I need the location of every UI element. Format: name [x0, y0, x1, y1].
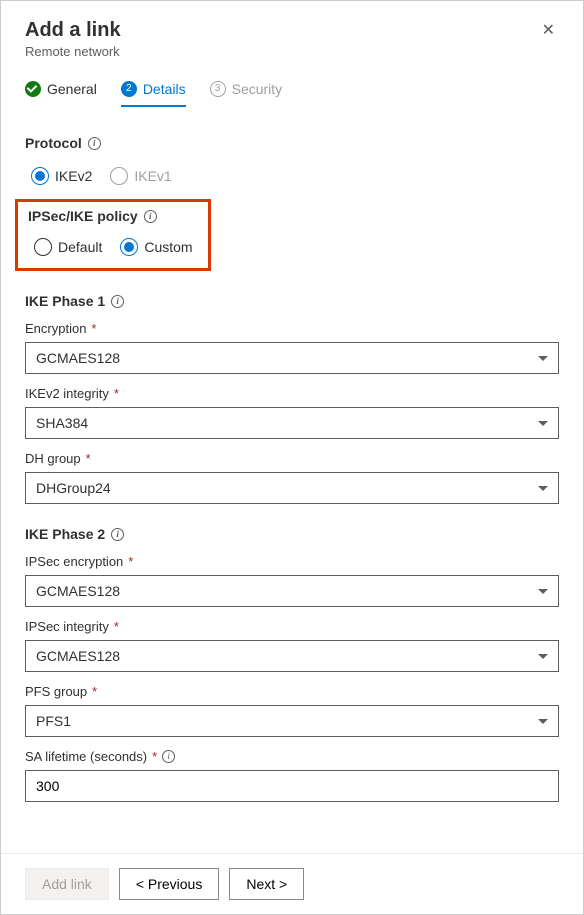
ipsec-policy-highlight: IPSec/IKE policy i Default Custom: [15, 199, 211, 271]
tab-details[interactable]: 2 Details: [121, 81, 186, 107]
radio-icon: [31, 167, 49, 185]
chevron-down-icon: [538, 421, 548, 426]
radio-ikev1: IKEv1: [110, 167, 171, 185]
ike-phase2-header: IKE Phase 2 i: [25, 526, 559, 542]
chevron-down-icon: [538, 356, 548, 361]
info-icon[interactable]: i: [144, 210, 157, 223]
radio-icon: [120, 238, 138, 256]
ike-phase1-header: IKE Phase 1 i: [25, 293, 559, 309]
check-circle-icon: [25, 81, 41, 97]
tab-label: Security: [232, 81, 283, 97]
add-link-button: Add link: [25, 868, 109, 900]
chevron-down-icon: [538, 654, 548, 659]
tab-general[interactable]: General: [25, 81, 97, 107]
policy-radio-group: Default Custom: [28, 234, 198, 262]
protocol-label: Protocol i: [25, 135, 559, 151]
chevron-down-icon: [538, 589, 548, 594]
close-button[interactable]: ✕: [538, 19, 559, 43]
pfs-group-select[interactable]: PFS1: [25, 705, 559, 737]
pfs-group-label: PFS group*: [25, 684, 559, 699]
radio-default[interactable]: Default: [34, 238, 102, 256]
ikev2-integrity-select[interactable]: SHA384: [25, 407, 559, 439]
step-2-icon: 2: [121, 81, 137, 97]
ipsec-policy-label: IPSec/IKE policy i: [28, 208, 198, 224]
step-3-icon: 3: [210, 81, 226, 97]
tab-security[interactable]: 3 Security: [210, 81, 283, 107]
chevron-down-icon: [538, 486, 548, 491]
tab-strip: General 2 Details 3 Security: [1, 67, 583, 107]
ipsec-integrity-select[interactable]: GCMAES128: [25, 640, 559, 672]
info-icon[interactable]: i: [88, 137, 101, 150]
previous-button[interactable]: < Previous: [119, 868, 220, 900]
info-icon[interactable]: i: [111, 528, 124, 541]
footer: Add link < Previous Next >: [1, 853, 583, 914]
tab-label: General: [47, 81, 97, 97]
radio-custom[interactable]: Custom: [120, 238, 192, 256]
encryption-label: Encryption*: [25, 321, 559, 336]
ipsec-encryption-label: IPSec encryption*: [25, 554, 559, 569]
next-button[interactable]: Next >: [229, 868, 304, 900]
info-icon[interactable]: i: [111, 295, 124, 308]
close-icon: ✕: [542, 22, 555, 39]
radio-icon: [34, 238, 52, 256]
sa-lifetime-input[interactable]: [25, 770, 559, 802]
chevron-down-icon: [538, 719, 548, 724]
panel-subtitle: Remote network: [25, 44, 121, 59]
dh-group-select[interactable]: DHGroup24: [25, 472, 559, 504]
ipsec-encryption-select[interactable]: GCMAES128: [25, 575, 559, 607]
radio-ikev2[interactable]: IKEv2: [31, 167, 92, 185]
radio-icon: [110, 167, 128, 185]
encryption-select[interactable]: GCMAES128: [25, 342, 559, 374]
tab-label: Details: [143, 81, 186, 97]
ipsec-integrity-label: IPSec integrity*: [25, 619, 559, 634]
ikev2-integrity-label: IKEv2 integrity*: [25, 386, 559, 401]
protocol-radio-group: IKEv2 IKEv1: [25, 163, 559, 199]
dh-group-label: DH group*: [25, 451, 559, 466]
panel-title: Add a link: [25, 19, 121, 42]
sa-lifetime-label: SA lifetime (seconds)* i: [25, 749, 559, 764]
info-icon[interactable]: i: [162, 750, 175, 763]
